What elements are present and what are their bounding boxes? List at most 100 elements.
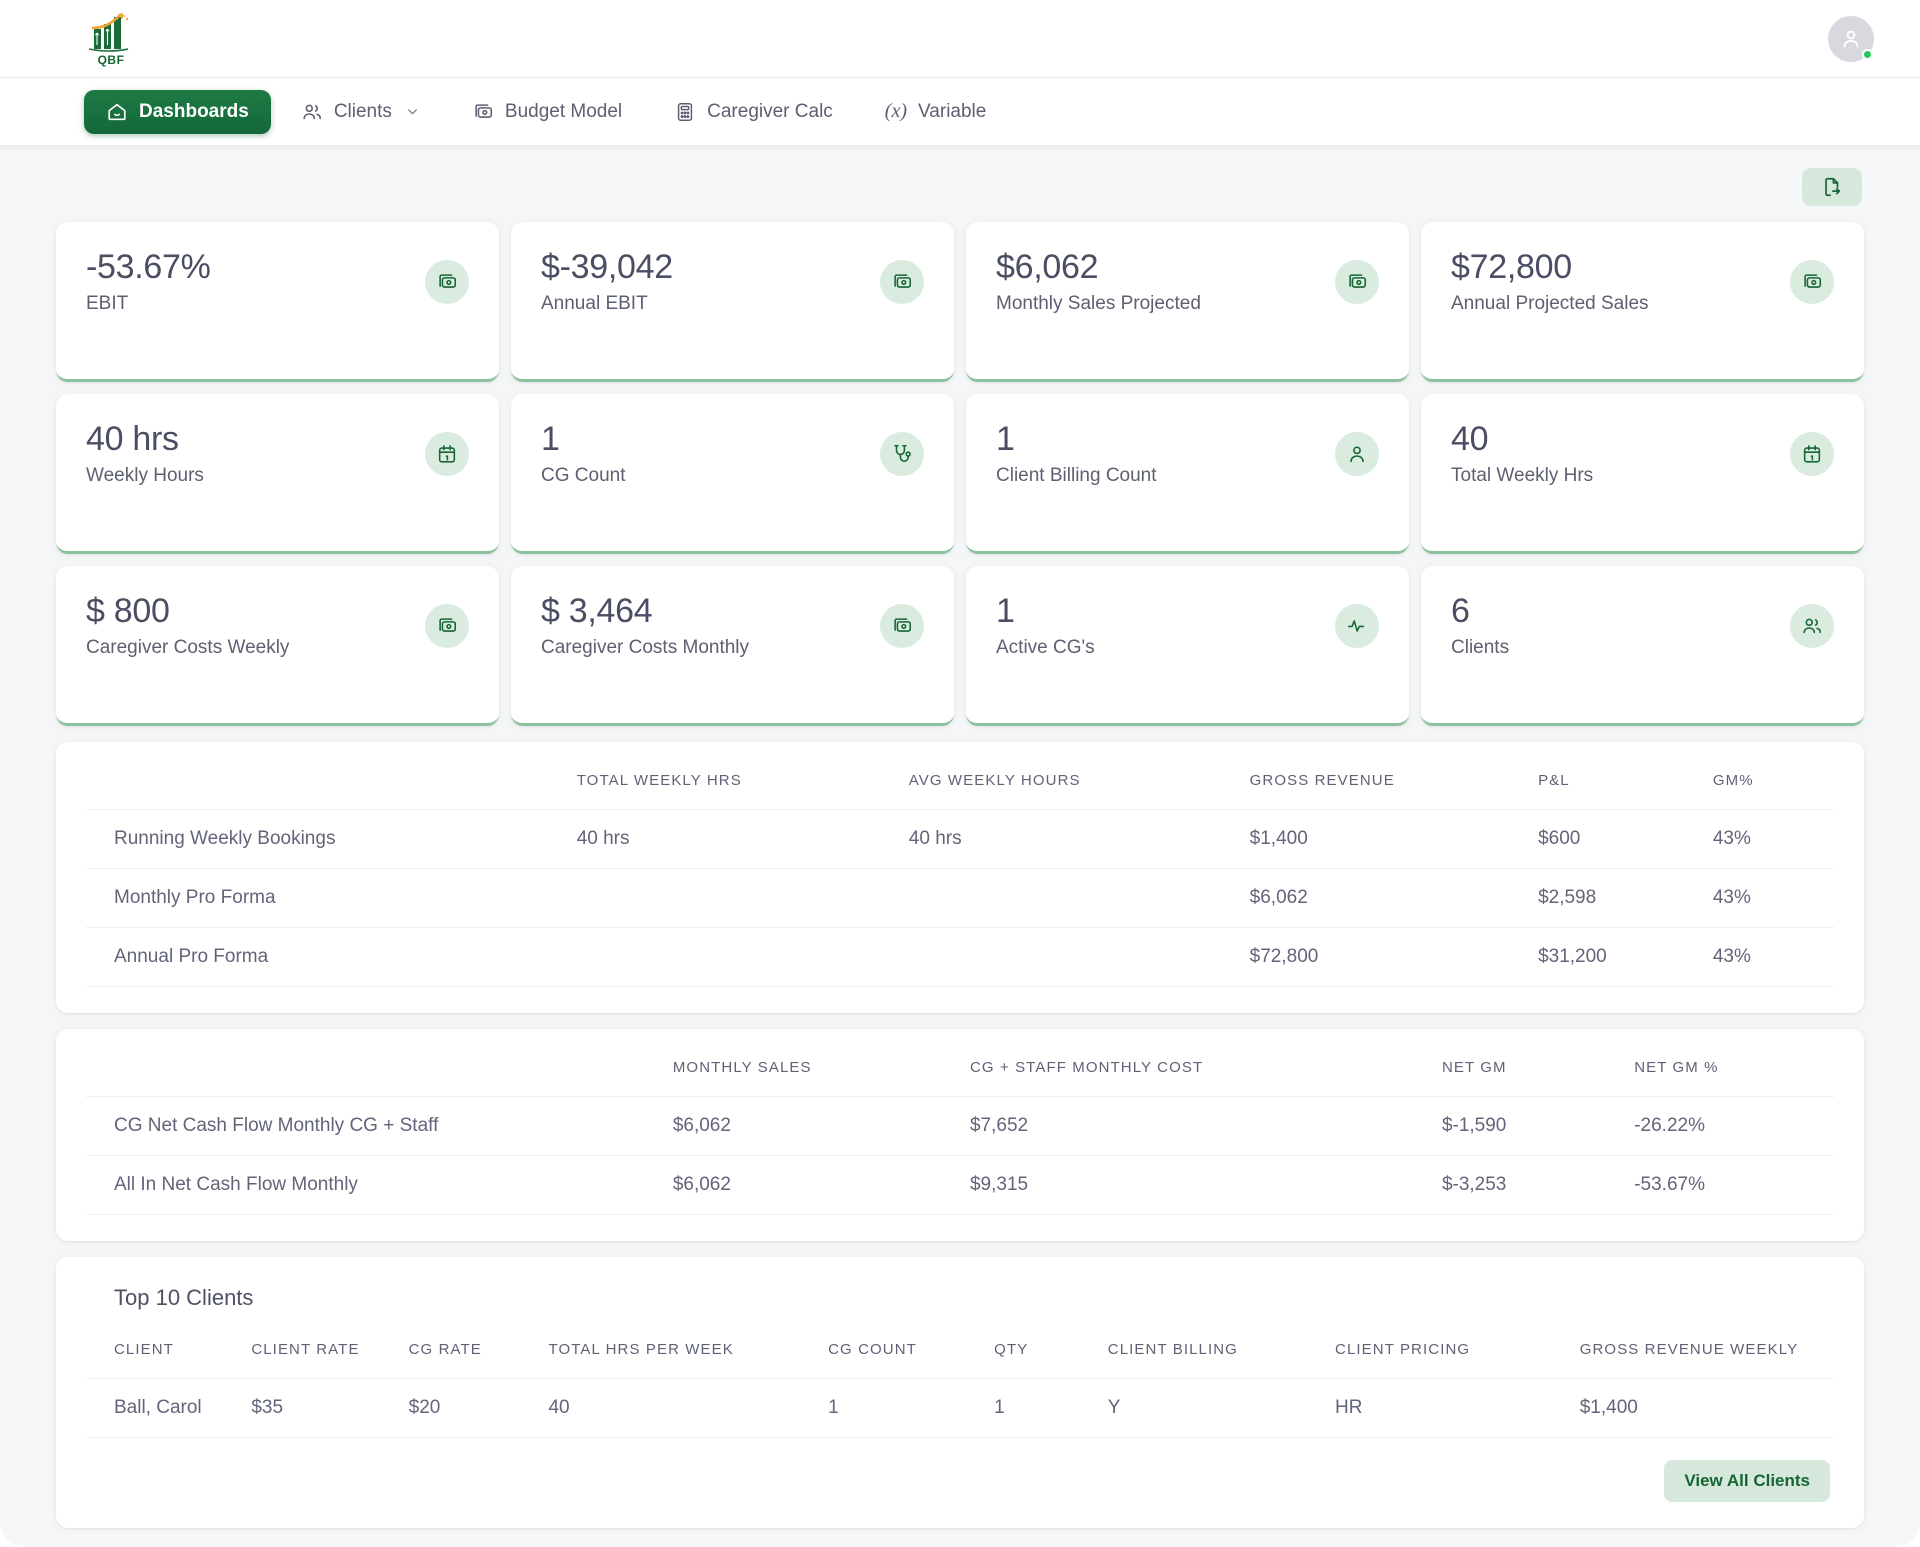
kpi-icon-wrap — [425, 260, 469, 304]
avatar[interactable] — [1828, 15, 1874, 62]
nav-item-budget-model[interactable]: Budget Model — [450, 90, 644, 134]
column-header: CLIENT — [114, 1341, 174, 1358]
brand-logo[interactable]: QBF — [84, 11, 138, 67]
kpi-card[interactable]: 6 Clients — [1421, 566, 1864, 726]
kpi-icon-wrap — [880, 260, 924, 304]
table-body: Running Weekly Bookings 40 hrs 40 hrs $1,40… — [86, 809, 1834, 987]
kpi-icon-wrap — [880, 432, 924, 476]
table-cell: All In Net Cash Flow Monthly — [86, 1155, 663, 1215]
column-header: CLIENT BILLING — [1107, 1341, 1238, 1358]
kpi-value: 40 — [1451, 420, 1489, 458]
column-header: CG RATE — [408, 1341, 482, 1358]
kpi-label: Monthly Sales Projected — [996, 293, 1201, 315]
cash-flow-panel: MONTHLY SALES CG + STAFF MONTHLY COST NET … — [56, 1029, 1864, 1241]
kpi-card[interactable]: $ 3,464 Caregiver Costs Monthly — [511, 566, 954, 726]
kpi-label: Annual Projected Sales — [1451, 293, 1649, 315]
kpi-label: Total Weekly Hrs — [1451, 465, 1594, 487]
user-icon — [1843, 30, 1859, 47]
table-body: CG Net Cash Flow Monthly CG + Staff $6,06… — [86, 1096, 1834, 1215]
table-row[interactable]: CG Net Cash Flow Monthly CG + Staff $6,06… — [86, 1096, 1834, 1156]
kpi-card[interactable]: $6,062 Monthly Sales Projected — [966, 222, 1409, 382]
table-cell: $-1,590 — [1431, 1096, 1625, 1156]
table-cell: $20 — [400, 1378, 541, 1438]
main-nav: Dashboards Clients Budget Model Caregive… — [0, 78, 1920, 146]
column-header — [86, 1055, 663, 1097]
export-button[interactable] — [1802, 168, 1862, 206]
nav-label-budget-model: Budget Model — [504, 100, 623, 122]
users-icon — [1803, 618, 1822, 634]
qbf-logo-icon — [88, 12, 129, 52]
kpi-label: Clients — [1451, 637, 1510, 659]
kpi-card[interactable]: $72,800 Annual Projected Sales — [1421, 222, 1864, 382]
column-header — [86, 768, 567, 810]
table-cell: -53.67% — [1624, 1155, 1834, 1215]
table-cell: $600 — [1528, 809, 1703, 869]
kpi-card[interactable]: 40 Total Weekly Hrs — [1421, 394, 1864, 554]
table-cell: 40 hrs — [898, 809, 1240, 869]
table-cell: Ball, Carol — [86, 1378, 244, 1438]
column-header: CG COUNT — [828, 1341, 917, 1358]
table-cell: CG Net Cash Flow Monthly CG + Staff — [86, 1096, 663, 1156]
table-row[interactable]: Monthly Pro Forma $6,062 $2,598 43% — [86, 868, 1834, 928]
kpi-card[interactable]: $ 800 Caregiver Costs Weekly — [56, 566, 499, 726]
kpi-icon-wrap — [880, 604, 924, 648]
kpi-icon-wrap — [425, 432, 469, 476]
table-cell: -26.22% — [1624, 1096, 1834, 1156]
nav-label-variable: Variable — [918, 100, 987, 122]
brand-logo-text: QBF — [97, 52, 125, 67]
top-bar: QBF — [0, 0, 1920, 78]
table-row[interactable]: All In Net Cash Flow Monthly $6,062 $9,315… — [86, 1155, 1834, 1215]
table-cell: 40 — [540, 1378, 821, 1438]
calendar-icon — [1803, 445, 1821, 463]
column-header: MONTHLY SALES — [672, 1059, 812, 1076]
money-icon — [894, 274, 912, 288]
column-header: AVG WEEKLY HOURS — [908, 772, 1081, 789]
table-cell: 40 hrs — [566, 809, 899, 869]
column-header: P&L — [1538, 772, 1570, 789]
pro-forma-table: TOTAL WEEKLY HRS AVG WEEKLY HOURS GROSS RE… — [86, 768, 1834, 987]
table-cell: HR — [1327, 1378, 1572, 1438]
money-icon — [475, 103, 492, 118]
money-icon — [1804, 274, 1822, 288]
table-cell — [566, 868, 899, 928]
nav-item-clients[interactable]: Clients — [279, 90, 442, 134]
kpi-card[interactable]: -53.67% EBIT — [56, 222, 499, 382]
kpi-card[interactable]: 1 CG Count — [511, 394, 954, 554]
nav-item-caregiver-calc[interactable]: Caregiver Calc — [652, 90, 855, 134]
table-row[interactable]: Running Weekly Bookings 40 hrs 40 hrs $1,40… — [86, 809, 1834, 869]
kpi-icon-wrap — [425, 604, 469, 648]
kpi-value: $ 800 — [86, 592, 170, 630]
column-header: TOTAL WEEKLY HRS — [576, 772, 742, 789]
kpi-card[interactable]: 40 hrs Weekly Hours — [56, 394, 499, 554]
user-icon — [1350, 446, 1364, 463]
table-row[interactable]: Ball, Carol $35 $20 40 1 1 Y HR $1,400 — [86, 1378, 1834, 1438]
table-cell: Y — [1099, 1378, 1328, 1438]
kpi-card[interactable]: 1 Client Billing Count — [966, 394, 1409, 554]
fx-icon: (x) — [884, 100, 908, 122]
panel-footer: View All Clients — [86, 1460, 1834, 1502]
view-all-clients-button[interactable]: View All Clients — [1664, 1460, 1830, 1502]
money-icon — [439, 274, 457, 288]
pro-forma-panel: TOTAL WEEKLY HRS AVG WEEKLY HOURS GROSS RE… — [56, 742, 1864, 1013]
kpi-label: EBIT — [86, 293, 129, 315]
nav-label-clients: Clients — [333, 100, 392, 122]
kpi-value: $6,062 — [996, 248, 1099, 286]
kpi-card[interactable]: $-39,042 Annual EBIT — [511, 222, 954, 382]
kpi-card[interactable]: 1 Active CG's — [966, 566, 1409, 726]
table-cell — [898, 868, 1240, 928]
nav-item-variable[interactable]: (x) Variable — [863, 90, 1009, 134]
kpi-label: Annual EBIT — [541, 293, 648, 315]
table-cell: 43% — [1702, 927, 1834, 987]
stethoscope-icon — [894, 444, 911, 463]
table-cell: $31,200 — [1528, 927, 1703, 987]
table-cell: 43% — [1702, 868, 1834, 928]
kpi-value: $72,800 — [1451, 248, 1572, 286]
column-header: GROSS REVENUE WEEKLY — [1579, 1341, 1799, 1358]
table-cell: $6,062 — [662, 1096, 960, 1156]
kpi-label: Caregiver Costs Monthly — [541, 637, 750, 659]
table-row[interactable]: Annual Pro Forma $72,800 $31,200 43% — [86, 927, 1834, 987]
kpi-icon-wrap — [1335, 260, 1379, 304]
kpi-value: 40 hrs — [86, 420, 179, 458]
nav-item-dashboards[interactable]: Dashboards — [84, 89, 271, 134]
table-cell: 43% — [1702, 809, 1834, 869]
